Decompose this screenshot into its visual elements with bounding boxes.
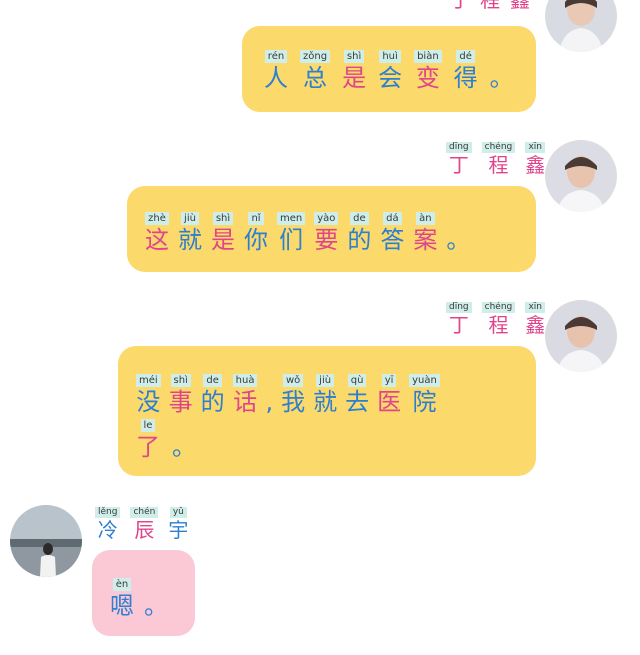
pinyin: shì (343, 50, 365, 63)
pinyin: biàn (414, 50, 442, 63)
pinyin: le (140, 419, 156, 432)
pinyin: méi (136, 374, 161, 387)
pinyin: àn (416, 212, 435, 225)
hanzi: 变 (415, 64, 440, 92)
message-bubble[interactable]: zhè 这 jiù 就 shì 是 nǐ 你 men 们 yào 要 de 的 dá 答 àn 案… (127, 186, 536, 272)
punctuation: 。 (144, 592, 168, 620)
hanzi: 是 (342, 64, 367, 92)
hanzi: 就 (313, 388, 338, 416)
message-bubble[interactable]: méi 没 shì 事 de 的 huà 话 , wǒ 我 jiù 就 qù 去 yī 医 yu… (118, 346, 536, 476)
pinyin: zhè (145, 212, 169, 225)
pinyin: yǔ (169, 507, 187, 518)
pinyin: de (350, 212, 369, 225)
hanzi: 了 (136, 433, 160, 461)
hanzi: 会 (378, 64, 403, 92)
hanzi: 得 (453, 64, 478, 92)
hanzi: 人 (264, 64, 288, 92)
name-char: 程 (480, 0, 500, 12)
name-char: 宇 (168, 518, 189, 542)
pinyin: de (203, 374, 222, 387)
pinyin: wǒ (282, 374, 304, 387)
pinyin: jiù (316, 374, 335, 387)
pinyin: dé (456, 50, 475, 63)
name-char: 丁 (450, 0, 470, 12)
hanzi: 案 (413, 226, 438, 254)
hanzi: 答 (380, 226, 405, 254)
pinyin: dīng (446, 302, 472, 313)
hanzi: 嗯 (110, 592, 134, 620)
name-char: 程 (488, 313, 509, 337)
punctuation: 。 (489, 64, 514, 92)
punctuation: 。 (172, 433, 196, 461)
sender-name: dīng 丁 chéng 程 xīn 鑫 (446, 302, 545, 337)
pinyin: rén (264, 50, 288, 63)
punctuation: , (265, 388, 274, 416)
name-char: 辰 (134, 518, 155, 542)
name-char: 丁 (448, 153, 469, 177)
pinyin: qù (347, 374, 367, 387)
pinyin: shì (212, 212, 234, 225)
name-char: 冷 (97, 518, 118, 542)
hanzi: 去 (345, 388, 370, 416)
hanzi: 要 (314, 226, 339, 254)
hanzi: 的 (347, 226, 372, 254)
sender-name-top: 丁 程 鑫 (450, 0, 530, 12)
message-bubble[interactable]: rén 人 zǒng 总 shì 是 huì 会 biàn 变 dé 得 。 (242, 26, 536, 112)
name-char: 鑫 (525, 313, 546, 337)
pinyin: nǐ (248, 212, 264, 225)
hanzi: 事 (168, 388, 193, 416)
avatar[interactable] (545, 300, 617, 372)
hanzi: 话 (233, 388, 258, 416)
hanzi: 这 (145, 226, 169, 254)
pinyin: men (277, 212, 306, 225)
pinyin: lěng (95, 507, 121, 518)
hanzi: 你 (244, 226, 268, 254)
hanzi: 院 (412, 388, 437, 416)
message-bubble[interactable]: èn 嗯 。 (92, 550, 195, 636)
name-char: 鑫 (525, 153, 546, 177)
hanzi: 就 (178, 226, 202, 254)
hanzi: 的 (200, 388, 225, 416)
sender-name: dīng 丁 chéng 程 xīn 鑫 (446, 142, 545, 177)
pinyin: yuàn (409, 374, 440, 387)
avatar[interactable] (545, 0, 617, 52)
pinyin: yào (314, 212, 339, 225)
pinyin: huà (232, 374, 258, 387)
pinyin: dīng (446, 142, 472, 153)
pinyin: chéng (481, 302, 516, 313)
pinyin: chéng (481, 142, 516, 153)
pinyin: yī (381, 374, 397, 387)
punctuation: 。 (446, 226, 471, 254)
sender-name: lěng 冷 chén 辰 yǔ 宇 (95, 507, 188, 542)
hanzi: 们 (279, 226, 304, 254)
pinyin: huì (379, 50, 401, 63)
name-char: 程 (488, 153, 509, 177)
pinyin: jiù (181, 212, 199, 225)
pinyin: xīn (525, 302, 546, 313)
pinyin: dá (383, 212, 402, 225)
avatar[interactable] (10, 505, 82, 577)
hanzi: 没 (136, 388, 161, 416)
pinyin: chén (130, 507, 159, 518)
hanzi: 总 (303, 64, 328, 92)
hanzi: 我 (281, 388, 306, 416)
hanzi: 医 (377, 388, 402, 416)
hanzi: 是 (211, 226, 235, 254)
pinyin: shì (170, 374, 191, 387)
name-char: 鑫 (510, 0, 530, 12)
avatar[interactable] (545, 140, 617, 212)
pinyin: èn (112, 578, 132, 591)
name-char: 丁 (448, 313, 469, 337)
pinyin: zǒng (300, 50, 331, 63)
pinyin: xīn (525, 142, 546, 153)
